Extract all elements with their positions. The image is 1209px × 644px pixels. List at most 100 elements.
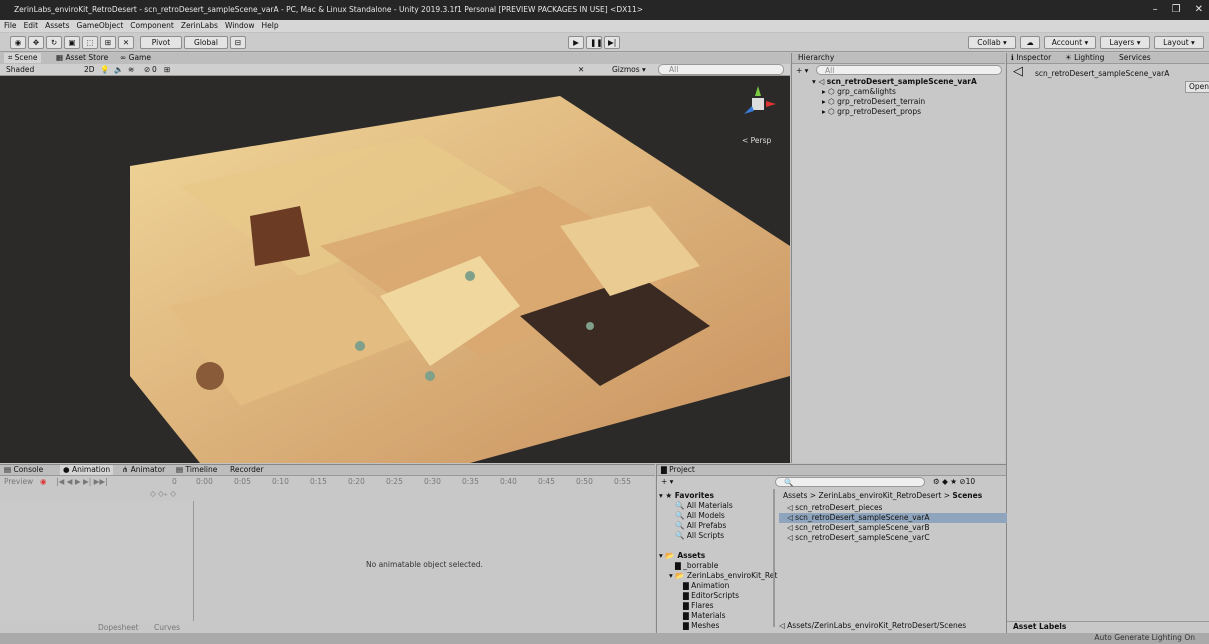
- tab-console[interactable]: ▤ Console: [4, 465, 43, 475]
- curves-button[interactable]: Curves: [154, 623, 180, 633]
- audio-icon[interactable]: 🔈: [114, 65, 123, 75]
- hierarchy-title[interactable]: Hierarchy: [798, 53, 834, 63]
- favorites-header[interactable]: ▾ ★ Favorites: [659, 491, 714, 501]
- inspector-panel: ℹ Inspector ☀ Lighting Services ◁ scn_re…: [1006, 53, 1209, 633]
- move-tool-icon[interactable]: ✥: [28, 36, 44, 49]
- scene-file[interactable]: ◁ scn_retroDesert_pieces: [787, 503, 882, 513]
- project-search-input[interactable]: 🔍: [775, 477, 925, 487]
- close-icon[interactable]: ✕: [1195, 0, 1203, 20]
- asset-labels-header[interactable]: Asset Labels: [1007, 621, 1209, 632]
- tab-services[interactable]: Services: [1119, 53, 1151, 63]
- tab-lighting[interactable]: ☀ Lighting: [1065, 53, 1104, 63]
- tab-asset-store[interactable]: ▦ Asset Store: [56, 53, 108, 63]
- breadcrumb-kit[interactable]: ZerinLabs_enviroKit_RetroDesert: [818, 491, 941, 500]
- menu-window[interactable]: Window: [225, 20, 255, 32]
- create-dropdown[interactable]: + ▾: [796, 66, 808, 76]
- favorite-item[interactable]: 🔍 All Materials: [675, 501, 733, 511]
- shading-mode-dropdown[interactable]: Shaded: [6, 65, 34, 75]
- global-button[interactable]: Global: [184, 36, 228, 49]
- folder-item[interactable]: ▇ Animation: [683, 581, 729, 591]
- project-filter-icons[interactable]: ⚙ ◆ ★ ⊘10: [933, 477, 975, 487]
- account-dropdown[interactable]: Account ▾: [1044, 36, 1096, 49]
- step-icon[interactable]: ▶|: [604, 36, 620, 49]
- scene-file-selected[interactable]: ◁ scn_retroDesert_sampleScene_varA: [779, 513, 1007, 523]
- menu-assets[interactable]: Assets: [45, 20, 69, 32]
- maximize-icon[interactable]: ❐: [1172, 0, 1181, 20]
- hierarchy-item[interactable]: ▸ ⬡ grp_cam&lights: [822, 87, 896, 97]
- pivot-button[interactable]: Pivot: [140, 36, 182, 49]
- scene-search-input[interactable]: All: [658, 64, 784, 75]
- tab-project[interactable]: ▇ Project: [661, 465, 695, 475]
- hierarchy-search-input[interactable]: All: [816, 65, 1002, 75]
- view-tool-icon[interactable]: ◉: [10, 36, 26, 49]
- hierarchy-tab: Hierarchy: [792, 53, 1005, 64]
- menu-file[interactable]: File: [4, 20, 17, 32]
- folder-item[interactable]: ▇ Materials: [683, 611, 726, 621]
- toggle-2d-button[interactable]: 2D: [84, 65, 95, 75]
- keyframe-buttons[interactable]: ◇ ◇₊ ◇: [150, 489, 176, 499]
- pause-icon[interactable]: ❚❚: [586, 36, 602, 49]
- frame-field[interactable]: 0: [172, 477, 177, 487]
- layout-dropdown[interactable]: Layout ▾: [1154, 36, 1204, 49]
- menu-gameobject[interactable]: GameObject: [77, 20, 124, 32]
- tab-inspector[interactable]: ℹ Inspector: [1011, 53, 1051, 63]
- favorite-item[interactable]: 🔍 All Prefabs: [675, 521, 726, 531]
- playback-controls[interactable]: |◀ ◀ ▶ ▶| ▶▶|: [56, 477, 108, 487]
- folder-item[interactable]: ▇ EditorScripts: [683, 591, 739, 601]
- create-asset-dropdown[interactable]: + ▾: [661, 477, 673, 487]
- projection-label[interactable]: < Persp: [742, 136, 771, 146]
- open-button[interactable]: Open: [1185, 81, 1209, 93]
- preview-toggle[interactable]: Preview: [4, 477, 33, 487]
- favorite-item[interactable]: 🔍 All Scripts: [675, 531, 724, 541]
- lighting-icon[interactable]: 💡: [100, 65, 109, 75]
- scene-root-item[interactable]: ▾ ◁ scn_retroDesert_sampleScene_varA: [812, 77, 977, 87]
- menu-zerinlabs[interactable]: ZerinLabs: [181, 20, 218, 32]
- minimize-icon[interactable]: –: [1153, 0, 1158, 20]
- tab-scene[interactable]: ⌗ Scene: [4, 53, 42, 63]
- dopesheet-button[interactable]: Dopesheet: [98, 623, 139, 633]
- folder-item[interactable]: ▾ 📂 ZerinLabs_enviroKit_Ret: [669, 571, 777, 581]
- scrollbar[interactable]: [773, 489, 775, 627]
- layers-dropdown[interactable]: Layers ▾: [1100, 36, 1150, 49]
- collab-dropdown[interactable]: Collab ▾: [968, 36, 1016, 49]
- hierarchy-item[interactable]: ▸ ⬡ grp_retroDesert_terrain: [822, 97, 925, 107]
- breadcrumb-scenes[interactable]: Scenes: [952, 491, 982, 500]
- play-icon[interactable]: ▶: [568, 36, 584, 49]
- snap-icon[interactable]: ⊟: [230, 36, 246, 49]
- timeline-tick-label: 0:45: [538, 477, 555, 486]
- tab-animation[interactable]: ● Animation: [60, 465, 114, 475]
- record-icon[interactable]: ◉: [40, 477, 47, 487]
- scene-gizmo[interactable]: [738, 84, 778, 124]
- tab-animator[interactable]: ⋔ Animator: [122, 465, 165, 475]
- menu-component[interactable]: Component: [130, 20, 174, 32]
- menu-edit[interactable]: Edit: [24, 20, 39, 32]
- transform-tool-icon[interactable]: ⊞: [100, 36, 116, 49]
- scene-viewport[interactable]: < Persp: [0, 76, 790, 463]
- menu-help[interactable]: Help: [262, 20, 279, 32]
- folder-item[interactable]: ▇ Meshes: [683, 621, 719, 631]
- timeline-tick-label: 0:55: [614, 477, 631, 486]
- folder-item[interactable]: ▇ Flares: [683, 601, 714, 611]
- tools-icon[interactable]: ✕: [578, 65, 584, 75]
- scale-tool-icon[interactable]: ▣: [64, 36, 80, 49]
- scene-file[interactable]: ◁ scn_retroDesert_sampleScene_varC: [787, 533, 930, 543]
- tab-recorder[interactable]: Recorder: [230, 465, 264, 475]
- tab-timeline[interactable]: ▤ Timeline: [176, 465, 217, 475]
- folder-item[interactable]: ▇ _borrable: [675, 561, 718, 571]
- breadcrumb-assets[interactable]: Assets: [783, 491, 807, 500]
- timeline-ruler[interactable]: 0:00 0:05 0:10 0:15 0:20 0:25 0:30 0:35 0:40 0:45…: [196, 477, 654, 487]
- hidden-objects-icon[interactable]: ⊘: [144, 65, 150, 75]
- gizmos-dropdown[interactable]: Gizmos ▾: [612, 65, 646, 75]
- auto-lighting-status[interactable]: Auto Generate Lighting On: [1094, 633, 1195, 643]
- hierarchy-item[interactable]: ▸ ⬡ grp_retroDesert_props: [822, 107, 921, 117]
- cloud-icon[interactable]: ☁: [1020, 36, 1040, 49]
- assets-header[interactable]: ▾ 📂 Assets: [659, 551, 705, 561]
- effects-icon[interactable]: ≋: [128, 65, 134, 75]
- tab-game[interactable]: ∞ Game: [120, 53, 151, 63]
- grid-icon[interactable]: ⊞: [164, 65, 170, 75]
- rect-tool-icon[interactable]: ⬚: [82, 36, 98, 49]
- favorite-item[interactable]: 🔍 All Models: [675, 511, 725, 521]
- scene-file[interactable]: ◁ scn_retroDesert_sampleScene_varB: [787, 523, 930, 533]
- custom-tool-icon[interactable]: ✕: [118, 36, 134, 49]
- rotate-tool-icon[interactable]: ↻: [46, 36, 62, 49]
